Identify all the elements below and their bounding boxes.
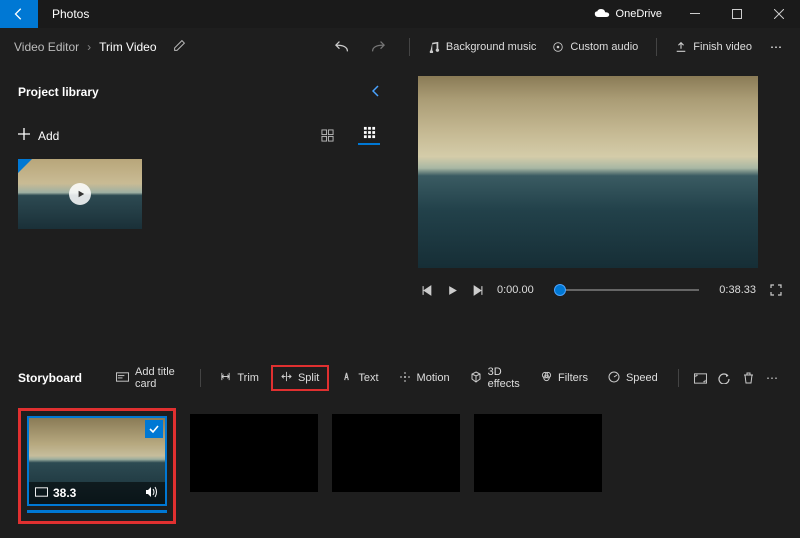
selected-clip-highlight: 38.3 xyxy=(18,408,176,524)
background-music-button[interactable]: Background music xyxy=(420,33,545,61)
text-button[interactable]: Text xyxy=(333,365,386,391)
duration-icon xyxy=(35,486,48,500)
grid-large-view-button[interactable] xyxy=(316,129,338,142)
plus-icon xyxy=(18,128,30,143)
storyboard-clip[interactable]: 38.3 xyxy=(27,416,167,506)
3d-effects-button[interactable]: 3D effects xyxy=(462,365,529,391)
player-controls: 0:00.00 0:38.33 xyxy=(418,284,786,296)
action-bar: Video Editor › Trim Video Background mus… xyxy=(0,28,800,66)
collapse-library-button[interactable] xyxy=(372,85,380,100)
project-library-panel: Project library Add xyxy=(0,66,398,358)
title-card-icon xyxy=(116,372,129,385)
storyboard-track: 38.3 xyxy=(0,398,800,538)
library-thumbnail[interactable] xyxy=(18,159,142,229)
volume-icon[interactable] xyxy=(145,486,159,501)
app-title: Photos xyxy=(38,7,103,21)
used-marker-icon xyxy=(18,159,32,173)
more-button[interactable]: ⋯ xyxy=(760,40,792,54)
motion-icon xyxy=(399,371,411,386)
breadcrumb: Video Editor › Trim Video xyxy=(8,40,163,54)
seek-thumb[interactable] xyxy=(554,284,566,296)
clip-duration: 38.3 xyxy=(35,486,76,500)
current-time: 0:00.00 xyxy=(497,284,534,296)
finish-video-button[interactable]: Finish video xyxy=(667,33,760,61)
prev-frame-button[interactable] xyxy=(422,285,433,296)
filters-button[interactable]: Filters xyxy=(533,365,596,391)
chevron-right-icon: › xyxy=(87,40,91,54)
check-icon xyxy=(145,420,163,438)
minimize-button[interactable] xyxy=(674,0,716,28)
storyboard-title: Storyboard xyxy=(18,371,82,385)
text-icon xyxy=(341,371,352,385)
add-title-card-button[interactable]: Add title card xyxy=(108,365,188,391)
redo-button[interactable] xyxy=(369,39,385,56)
edit-name-button[interactable] xyxy=(173,39,186,55)
next-frame-button[interactable] xyxy=(472,285,483,296)
breadcrumb-current[interactable]: Trim Video xyxy=(99,40,156,54)
fullscreen-button[interactable] xyxy=(770,284,782,296)
split-icon xyxy=(281,371,292,385)
onedrive-status[interactable]: OneDrive xyxy=(582,8,674,21)
filters-icon xyxy=(541,371,552,385)
undo-button[interactable] xyxy=(335,39,351,56)
motion-button[interactable]: Motion xyxy=(391,365,458,391)
resize-button[interactable] xyxy=(691,365,711,391)
back-button[interactable] xyxy=(0,0,38,28)
title-bar: Photos OneDrive xyxy=(0,0,800,28)
play-icon xyxy=(69,183,91,205)
trim-button[interactable]: Trim xyxy=(212,365,267,391)
storyboard-more-button[interactable]: ⋯ xyxy=(762,365,782,391)
speed-button[interactable]: Speed xyxy=(600,365,666,391)
breadcrumb-parent[interactable]: Video Editor xyxy=(14,40,79,54)
maximize-button[interactable] xyxy=(716,0,758,28)
effects-icon xyxy=(470,371,482,386)
delete-button[interactable] xyxy=(738,365,758,391)
cloud-icon xyxy=(594,8,610,21)
export-icon xyxy=(675,41,687,53)
add-media-button[interactable]: Add xyxy=(18,128,59,143)
close-button[interactable] xyxy=(758,0,800,28)
video-preview[interactable] xyxy=(418,76,758,268)
music-icon xyxy=(428,41,440,53)
grid-small-view-button[interactable] xyxy=(358,126,380,145)
empty-slot[interactable] xyxy=(332,414,460,492)
library-title: Project library xyxy=(18,85,99,99)
trim-icon xyxy=(220,371,231,385)
speed-icon xyxy=(608,371,620,386)
empty-slot[interactable] xyxy=(190,414,318,492)
seek-bar[interactable] xyxy=(554,289,700,291)
total-time: 0:38.33 xyxy=(719,284,756,296)
preview-panel: 0:00.00 0:38.33 xyxy=(398,66,800,358)
audio-icon xyxy=(552,41,564,53)
play-button[interactable] xyxy=(447,285,458,296)
empty-slot[interactable] xyxy=(474,414,602,492)
rotate-button[interactable] xyxy=(714,365,734,391)
storyboard-toolbar: Storyboard Add title card Trim Split Tex… xyxy=(0,358,800,398)
split-button[interactable]: Split xyxy=(271,365,329,391)
custom-audio-button[interactable]: Custom audio xyxy=(544,33,646,61)
